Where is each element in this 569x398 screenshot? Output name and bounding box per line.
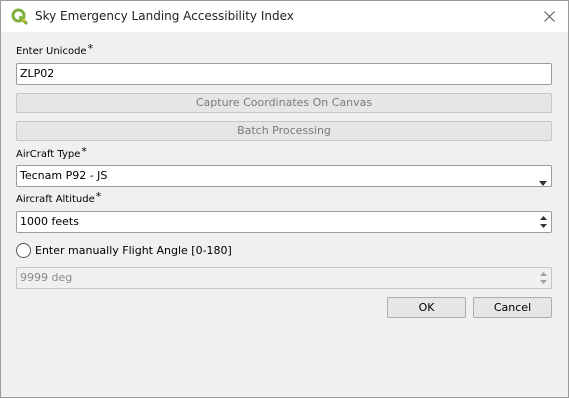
unicode-input[interactable]: ZLP02 (16, 63, 552, 85)
required-marker: * (95, 190, 102, 203)
spin-arrows-icon[interactable] (538, 213, 549, 231)
flight-angle-value: 9999 deg (20, 271, 73, 284)
unicode-value: ZLP02 (20, 67, 55, 80)
capture-coordinates-button[interactable]: Capture Coordinates On Canvas (16, 93, 552, 113)
unicode-label: Enter Unicode* (16, 42, 94, 57)
ok-button[interactable]: OK (387, 297, 466, 318)
flight-angle-spinbox[interactable]: 9999 deg (16, 267, 552, 289)
aircraft-type-label: AirCraft Type* (16, 145, 87, 160)
title-bar: Sky Emergency Landing Accessibility Inde… (1, 1, 568, 32)
close-icon (544, 11, 555, 22)
aircraft-altitude-label: Aircraft Altitude* (16, 190, 102, 205)
window-title: Sky Emergency Landing Accessibility Inde… (35, 9, 294, 23)
manual-angle-label: Enter manually Flight Angle [0-180] (35, 244, 232, 257)
altitude-value: 1000 feets (20, 215, 79, 228)
required-marker: * (87, 42, 94, 55)
qgis-icon (11, 8, 28, 25)
cancel-button[interactable]: Cancel (473, 297, 552, 318)
aircraft-type-select[interactable]: Tecnam P92 - JS (16, 165, 552, 187)
chevron-down-icon (539, 173, 547, 193)
dialog-window: Sky Emergency Landing Accessibility Inde… (0, 0, 569, 398)
required-marker: * (81, 145, 87, 158)
aircraft-type-value: Tecnam P92 - JS (20, 169, 108, 182)
close-button[interactable] (537, 5, 563, 28)
spin-arrows-icon (538, 269, 549, 287)
manual-angle-radio[interactable] (16, 243, 31, 258)
batch-processing-button[interactable]: Batch Processing (16, 121, 552, 141)
altitude-spinbox[interactable]: 1000 feets (16, 211, 552, 233)
